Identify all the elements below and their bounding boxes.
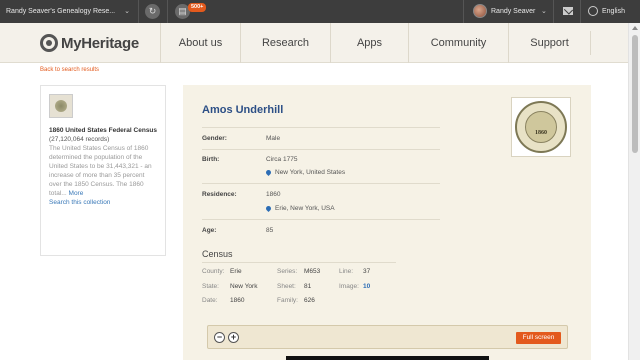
site-name: Randy Seaver's Genealogy Rese... — [6, 8, 116, 15]
image-number-link[interactable]: 10 — [363, 283, 370, 290]
age-label: Age: — [202, 227, 217, 234]
divider — [202, 127, 440, 128]
divider — [202, 219, 440, 220]
divider — [202, 149, 440, 150]
date-label: Date: — [202, 297, 218, 304]
birth-place: New York, United States — [264, 168, 346, 176]
collection-description-text: The United States Census of 1860 determi… — [49, 145, 152, 197]
sheet-value: 81 — [304, 283, 312, 290]
seal-center — [525, 111, 557, 143]
collection-title[interactable]: 1860 United States Federal Census — [49, 126, 157, 135]
mail-icon[interactable] — [563, 7, 573, 15]
scroll-up-arrow-icon[interactable] — [632, 26, 638, 30]
nav-about-us[interactable]: About us — [160, 23, 240, 63]
nav-apps[interactable]: Apps — [330, 23, 408, 63]
record-panel: Amos Underhill 1860 Gender: Male Birth: … — [183, 85, 591, 360]
globe-icon[interactable] — [588, 6, 598, 16]
state-value: New York — [230, 283, 258, 290]
zoom-in-button[interactable]: + — [228, 332, 239, 343]
user-name[interactable]: Randy Seaver — [491, 0, 535, 23]
family-value: 626 — [304, 297, 315, 304]
census-seal-image: 1860 — [511, 97, 571, 157]
age-value: 85 — [266, 227, 274, 234]
divider — [167, 0, 168, 23]
residence-place-text: Erie, New York, USA — [275, 205, 335, 212]
residence-year: 1860 — [266, 191, 281, 198]
census-seal-thumbnail[interactable] — [49, 94, 73, 118]
scroll-thumb[interactable] — [632, 35, 638, 153]
county-label: County: — [202, 268, 225, 275]
logo-icon — [40, 34, 58, 52]
series-label: Series: — [277, 268, 298, 275]
person-name: Amos Underhill — [202, 104, 284, 116]
logo-text: MyHeritage — [61, 34, 139, 52]
divider — [463, 0, 464, 23]
collection-description: The United States Census of 1860 determi… — [49, 144, 157, 198]
gender-value: Male — [266, 135, 281, 142]
divider — [553, 0, 554, 23]
divider — [138, 0, 139, 23]
line-label: Line: — [339, 268, 354, 275]
census-seal: 1860 — [515, 101, 567, 153]
page-scrollbar[interactable] — [628, 23, 640, 360]
residence-place: Erie, New York, USA — [264, 204, 335, 212]
seal-year: 1860 — [535, 130, 547, 136]
gender-label: Gender: — [202, 135, 227, 142]
nav-community[interactable]: Community — [408, 23, 508, 63]
line-value: 37 — [363, 268, 371, 275]
collection-record-count: (27,120,064 records) — [49, 136, 110, 143]
more-link[interactable]: More — [69, 190, 84, 197]
search-collection-link[interactable]: Search this collection — [49, 198, 157, 208]
series-value: M653 — [304, 268, 321, 275]
site-selector[interactable]: Randy Seaver's Genealogy Rese... ⌄ — [6, 0, 130, 23]
avatar[interactable] — [473, 4, 487, 18]
refresh-icon[interactable]: ↻ — [145, 4, 160, 19]
map-pin-icon — [264, 168, 273, 176]
zoom-out-button[interactable]: − — [214, 332, 225, 343]
main-navigation: MyHeritage About us Research Apps Commun… — [0, 23, 628, 63]
divider — [590, 31, 591, 55]
divider — [580, 0, 581, 23]
tasks-badge: 500+ — [188, 3, 207, 12]
state-label: State: — [202, 283, 219, 290]
county-value: Erie — [230, 268, 242, 275]
divider — [202, 262, 396, 263]
divider — [202, 183, 440, 184]
map-pin-icon — [264, 204, 273, 212]
back-to-search-link[interactable]: Back to search results — [40, 67, 99, 73]
collection-card: 1860 United States Federal Census (27,12… — [40, 85, 166, 256]
chevron-down-icon[interactable]: ⌄ — [541, 0, 547, 23]
browser-topbar: Randy Seaver's Genealogy Rese... ⌄ ↻ ▤ 5… — [0, 0, 640, 23]
census-image-preview[interactable] — [286, 356, 489, 360]
residence-label: Residence: — [202, 191, 237, 198]
census-heading: Census — [202, 249, 233, 259]
birth-date: Circa 1775 — [266, 156, 298, 163]
full-screen-button[interactable]: Full screen — [516, 332, 561, 344]
nav-research[interactable]: Research — [240, 23, 330, 63]
birth-label: Birth: — [202, 156, 220, 163]
family-label: Family: — [277, 297, 298, 304]
image-viewer-toolbar: − + Full screen — [207, 325, 568, 349]
nav-support[interactable]: Support — [508, 23, 590, 63]
myheritage-logo[interactable]: MyHeritage — [40, 33, 139, 53]
chevron-down-icon: ⌄ — [124, 8, 130, 15]
birth-place-text: New York, United States — [275, 169, 346, 176]
language-selector[interactable]: English — [602, 0, 625, 23]
sheet-label: Sheet: — [277, 283, 296, 290]
date-value: 1860 — [230, 297, 245, 304]
image-label: Image: — [339, 283, 359, 290]
